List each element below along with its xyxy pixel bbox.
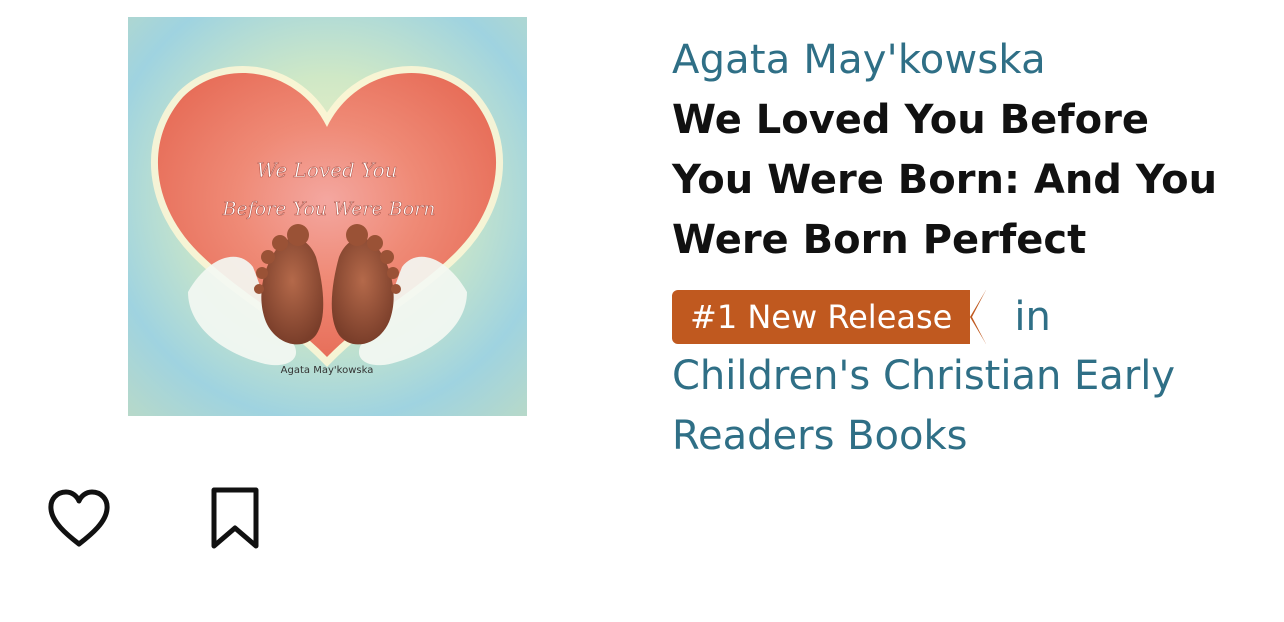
new-release-badge: #1 New Release: [672, 290, 987, 344]
heart-outline-icon: [48, 489, 110, 547]
cover-title-line-1: We Loved You: [256, 158, 397, 182]
book-cover-image[interactable]: We Loved You Before You Were Born Agata …: [128, 17, 527, 416]
cover-art: We Loved You Before You Were Born Agata …: [128, 17, 527, 416]
save-button[interactable]: [206, 484, 264, 552]
bookmark-outline-icon: [211, 487, 259, 549]
cover-author: Agata May'kowska: [281, 365, 374, 376]
like-button[interactable]: [44, 486, 114, 552]
book-title[interactable]: We Loved You Before You Were Born: And Y…: [672, 90, 1232, 270]
rank-row: #1 New Release in: [672, 290, 1272, 344]
cover-title-line-2: Before You Were Born: [222, 198, 436, 220]
author-link[interactable]: Agata May'kowska: [672, 34, 1272, 86]
new-release-badge-label: #1 New Release: [690, 298, 953, 336]
book-info: Agata May'kowska We Loved You Before You…: [672, 34, 1272, 466]
category-link[interactable]: Children's Christian Early Readers Books: [672, 346, 1232, 466]
rank-connector: in: [1014, 294, 1051, 340]
badge-notch-shape: [972, 290, 987, 344]
